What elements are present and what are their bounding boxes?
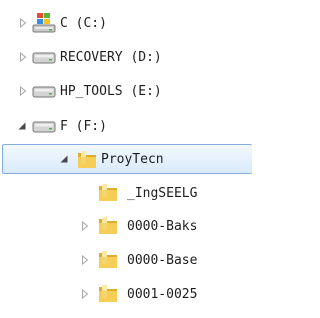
folder-tree: C (C:) RECOVERY (D:) HP_TOOLS (E:) F (F:… bbox=[0, 0, 252, 318]
tree-item-label: C (C:) bbox=[60, 15, 107, 31]
expand-arrow-icon[interactable] bbox=[18, 86, 28, 96]
tree-item-recovery-drive[interactable]: RECOVERY (D:) bbox=[0, 42, 252, 72]
tree-item-proytecn[interactable]: ProyTecn bbox=[2, 144, 252, 174]
folder-icon bbox=[97, 182, 119, 208]
tree-item-label: RECOVERY (D:) bbox=[60, 49, 162, 65]
tree-item-label: F (F:) bbox=[60, 118, 107, 134]
tree-item-f-drive[interactable]: F (F:) bbox=[0, 111, 252, 141]
collapse-arrow-icon[interactable] bbox=[59, 154, 69, 164]
tree-item-0000-base[interactable]: 0000-Base bbox=[0, 245, 252, 275]
tree-item-label: 0001-0025 bbox=[127, 286, 198, 302]
tree-item-c-drive[interactable]: C (C:) bbox=[0, 8, 252, 38]
tree-item-label: 0000-Base bbox=[127, 252, 198, 268]
tree-item-label: _IngSEELG bbox=[127, 185, 198, 201]
expand-arrow-icon[interactable] bbox=[18, 52, 28, 62]
tree-item-label: 0000-Baks bbox=[127, 218, 198, 234]
windows-drive-icon bbox=[32, 11, 56, 39]
expand-arrow-icon[interactable] bbox=[80, 289, 90, 299]
hard-drive-icon bbox=[32, 86, 56, 102]
tree-item-0001-0025[interactable]: 0001-0025 bbox=[0, 279, 252, 309]
folder-icon bbox=[97, 215, 119, 241]
expand-arrow-icon[interactable] bbox=[18, 18, 28, 28]
folder-icon bbox=[97, 283, 119, 309]
tree-item-0000-baks[interactable]: 0000-Baks bbox=[0, 211, 252, 241]
expand-arrow-icon[interactable] bbox=[80, 255, 90, 265]
folder-icon bbox=[97, 249, 119, 275]
expand-arrow-icon[interactable] bbox=[80, 221, 90, 231]
tree-item-label: ProyTecn bbox=[101, 151, 164, 167]
tree-item-ingseelg[interactable]: _IngSEELG bbox=[0, 178, 252, 208]
hard-drive-icon bbox=[32, 121, 56, 137]
tree-item-hp-tools-drive[interactable]: HP_TOOLS (E:) bbox=[0, 76, 252, 106]
folder-icon bbox=[76, 149, 98, 175]
collapse-arrow-icon[interactable] bbox=[17, 121, 27, 131]
hard-drive-icon bbox=[32, 52, 56, 68]
tree-item-label: HP_TOOLS (E:) bbox=[60, 83, 162, 99]
